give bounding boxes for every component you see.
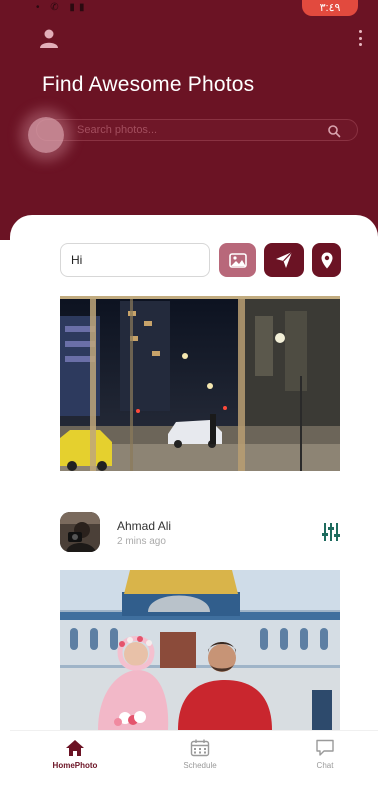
search-input[interactable]: Search photos...	[36, 119, 358, 141]
nav-item-chat[interactable]: Chat	[290, 739, 360, 770]
image-icon	[228, 252, 247, 268]
send-button[interactable]	[264, 243, 304, 277]
nav-label-chat: Chat	[316, 761, 334, 770]
nav-label-schedule: Schedule	[183, 761, 217, 770]
more-options-icon[interactable]	[356, 28, 364, 48]
status-bar: • ✆ ▮▮ ٣:٤٩	[0, 0, 378, 20]
location-pin-icon	[321, 252, 332, 268]
filter-sliders-icon[interactable]	[321, 522, 341, 542]
chat-icon	[316, 739, 334, 756]
nav-item-schedule[interactable]: Schedule	[165, 739, 235, 770]
status-icons: • ✆ ▮▮	[36, 2, 89, 13]
profile-icon[interactable]	[38, 27, 60, 49]
bottom-navigation: HomePhoto Schedule Chat	[10, 730, 378, 790]
search-placeholder: Search photos...	[77, 124, 158, 136]
post-author-name[interactable]: Ahmad Ali	[117, 519, 171, 533]
nav-item-homephoto[interactable]: HomePhoto	[40, 739, 110, 770]
street-night-photo[interactable]	[60, 296, 340, 471]
location-button[interactable]	[312, 243, 341, 277]
post-author-avatar[interactable]	[60, 512, 100, 552]
status-time: ٣:٤٩	[302, 0, 358, 16]
send-icon	[276, 251, 293, 268]
post-timestamp: 2 mins ago	[117, 536, 166, 547]
calendar-icon	[190, 739, 210, 757]
post-photo[interactable]	[60, 570, 340, 730]
page-title: Find Awesome Photos	[42, 73, 255, 96]
nav-label-homephoto: HomePhoto	[52, 761, 98, 770]
add-image-button[interactable]	[219, 243, 256, 277]
search-icon[interactable]	[327, 124, 341, 138]
home-icon	[66, 740, 84, 756]
touch-indicator	[28, 117, 64, 153]
message-input[interactable]	[60, 243, 210, 277]
